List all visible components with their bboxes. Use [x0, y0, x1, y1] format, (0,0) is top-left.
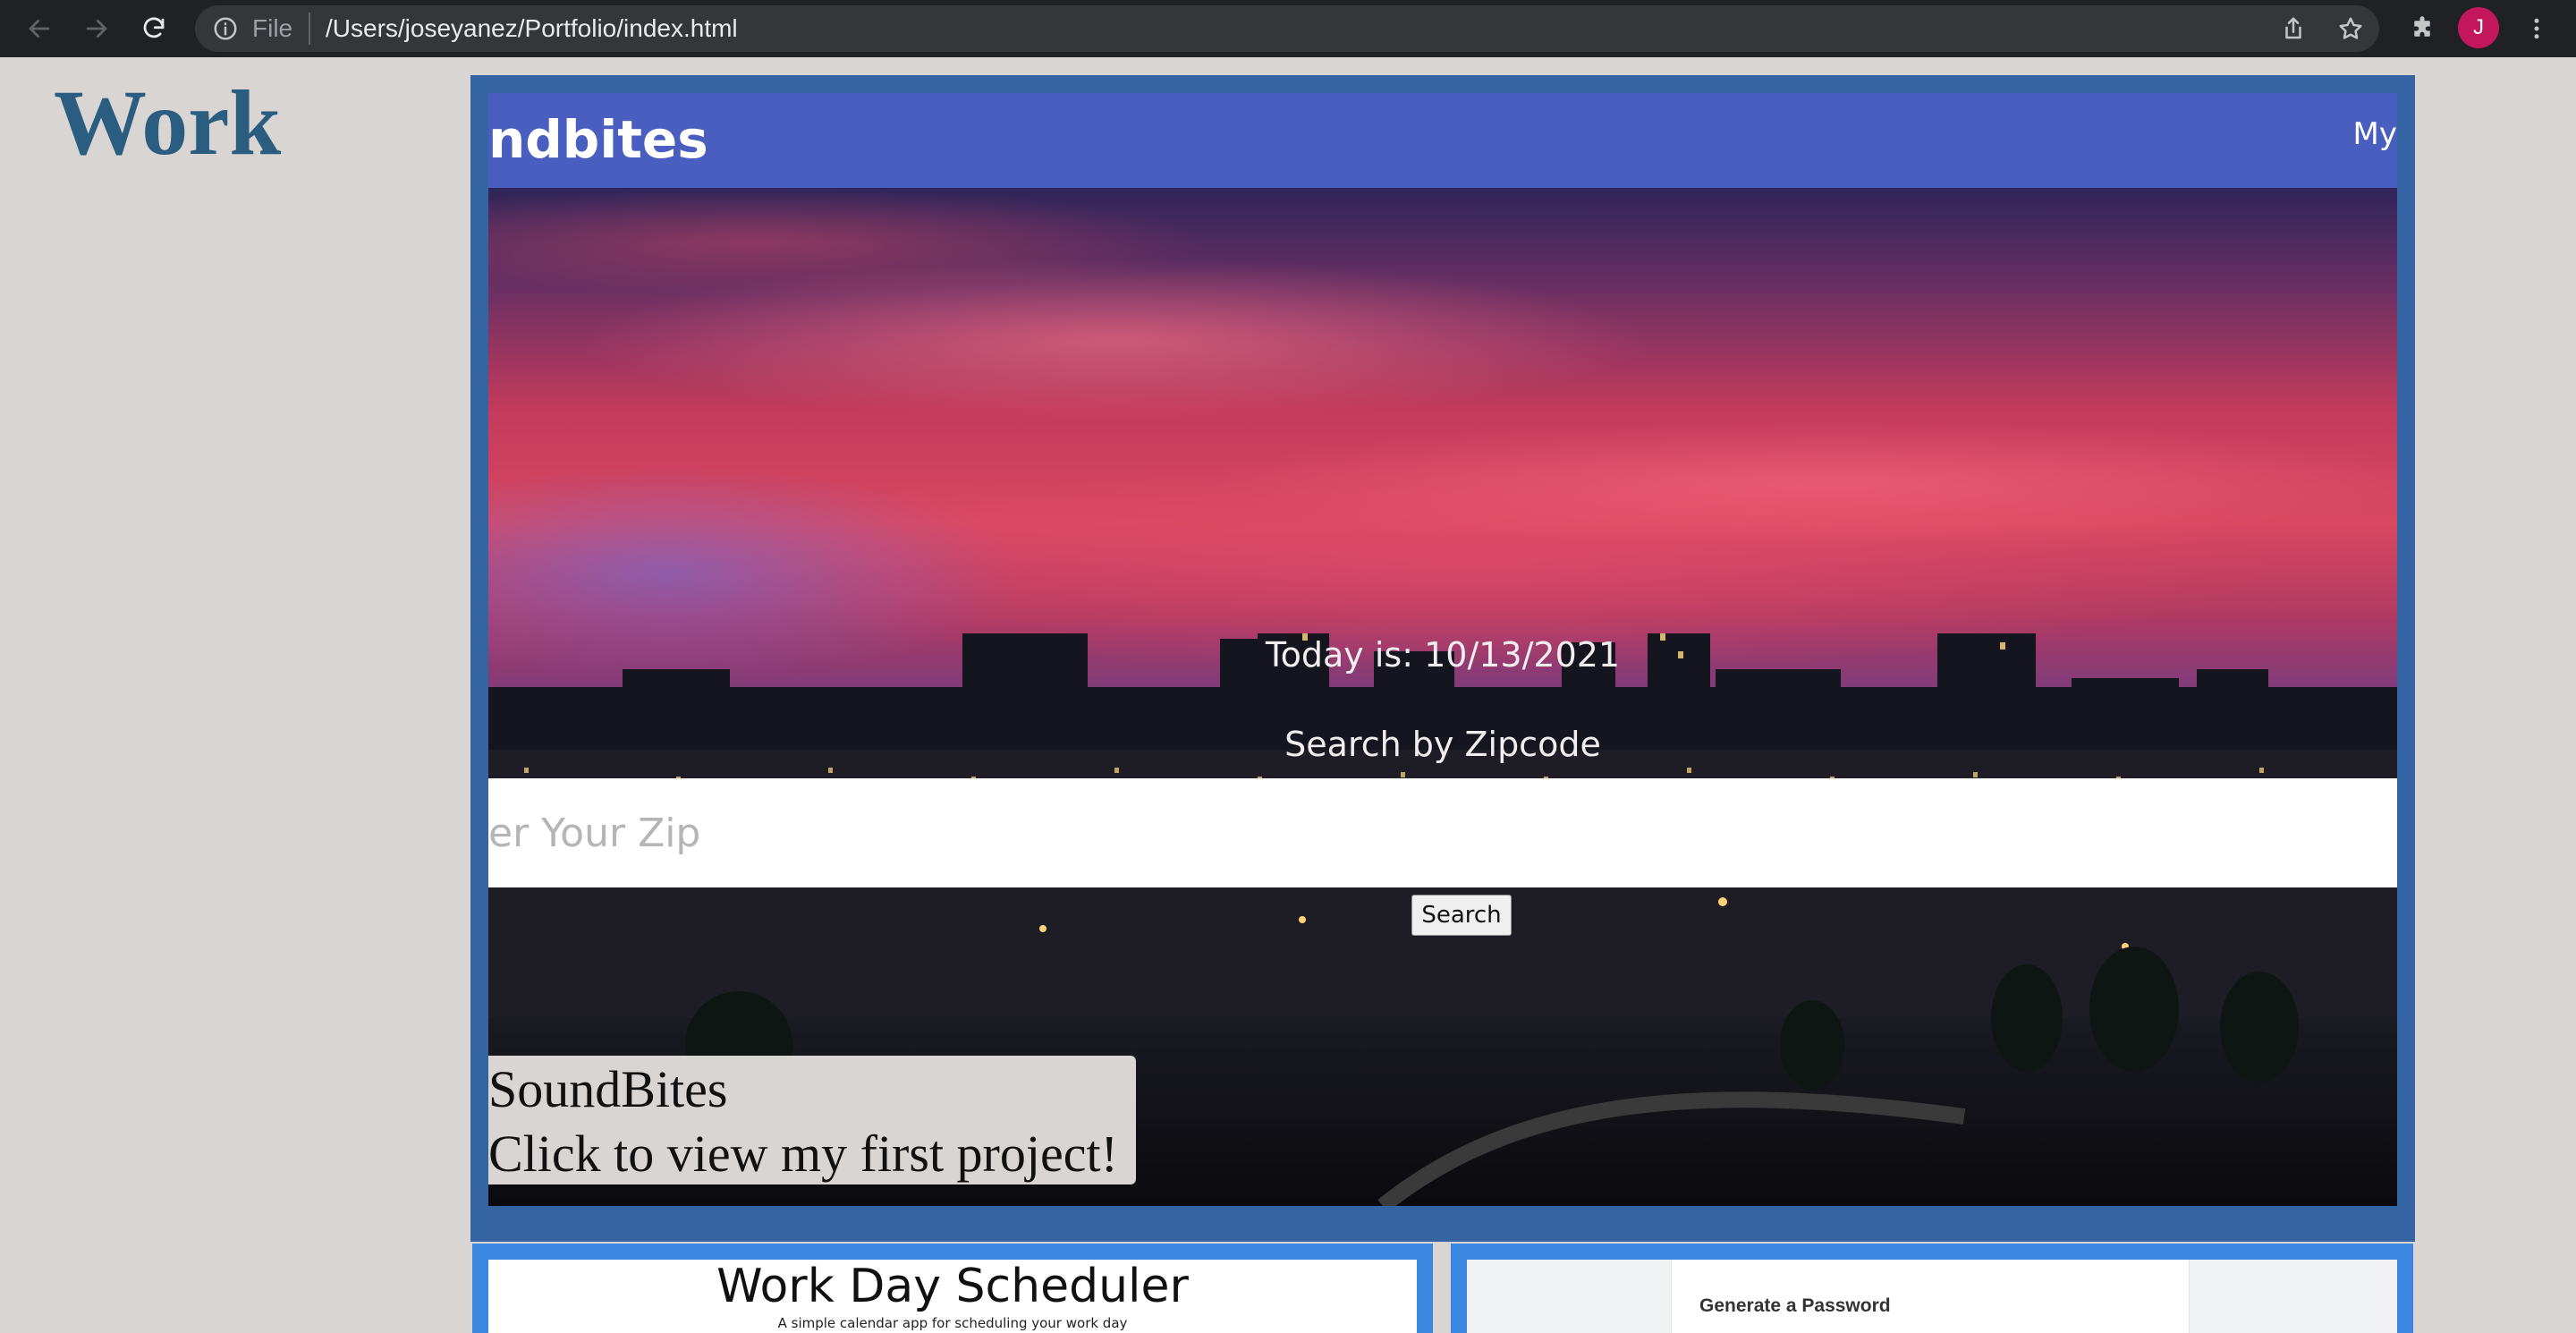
browser-menu-button[interactable]	[2517, 9, 2556, 48]
screenshot-hero-image: Today is: 10/13/2021 Search by Zipcode S…	[488, 188, 2397, 1206]
reload-icon	[143, 17, 165, 38]
extensions-icon	[2414, 16, 2430, 37]
url-scheme-label: File	[252, 14, 293, 42]
project-caption[interactable]: Click to view my first project!	[488, 1122, 1136, 1186]
info-icon	[214, 17, 237, 40]
screenshot-navbar: ndbites My	[488, 93, 2397, 188]
browser-toolbar: File /Users/joseyanez/Portfolio/index.ht…	[0, 0, 2576, 57]
forward-arrow-icon	[86, 19, 107, 38]
project-label-overlay[interactable]: SoundBites Click to view my first projec…	[488, 1056, 1136, 1184]
password-screenshot[interactable]: Generate a Password	[1467, 1260, 2397, 1333]
menu-dots-icon	[2534, 18, 2539, 39]
share-button[interactable]	[2274, 9, 2313, 48]
project-title: SoundBites	[488, 1060, 728, 1118]
password-title: Generate a Password	[1699, 1295, 1891, 1316]
scheduler-screenshot[interactable]: Work Day Scheduler A simple calendar app…	[488, 1260, 1417, 1333]
site-info-button[interactable]	[209, 13, 242, 45]
extensions-button[interactable]	[2402, 9, 2442, 48]
scheduler-title: Work Day Scheduler	[716, 1260, 1189, 1313]
back-arrow-icon	[29, 19, 50, 38]
bookmark-button[interactable]	[2331, 9, 2370, 48]
back-button[interactable]	[18, 7, 61, 50]
star-icon	[2339, 17, 2362, 39]
forward-button[interactable]	[75, 7, 118, 50]
work-heading: Work	[54, 72, 282, 174]
profile-avatar[interactable]: J	[2458, 7, 2499, 48]
url-text[interactable]: /Users/joseyanez/Portfolio/index.html	[326, 9, 738, 48]
search-button[interactable]: Search	[1411, 895, 1512, 936]
project-card-password[interactable]: Generate a Password	[1451, 1244, 2413, 1333]
screenshot-brand: ndbites	[488, 109, 708, 170]
screenshot-nav-link: My	[2352, 116, 2397, 152]
password-bg-left	[1467, 1260, 1671, 1333]
screenshot-date-text: Today is: 10/13/2021	[1265, 635, 1621, 675]
password-bg-right	[2190, 1260, 2397, 1333]
scheduler-subtitle: A simple calendar app for scheduling you…	[777, 1315, 1128, 1331]
zipcode-input[interactable]	[488, 778, 2397, 887]
address-divider	[309, 13, 310, 45]
screenshot-search-label: Search by Zipcode	[1284, 725, 1601, 764]
project-card-scheduler[interactable]: Work Day Scheduler A simple calendar app…	[472, 1244, 1433, 1333]
share-icon	[2285, 17, 2301, 39]
page-content: Work ndbites My Today is: 10/13/2021 Sea…	[0, 57, 2576, 1333]
project-screenshot[interactable]: ndbites My Today is: 10/13/2021 Search b…	[488, 93, 2397, 1206]
featured-project-card[interactable]: ndbites My Today is: 10/13/2021 Search b…	[470, 75, 2415, 1242]
reload-button[interactable]	[132, 7, 175, 50]
